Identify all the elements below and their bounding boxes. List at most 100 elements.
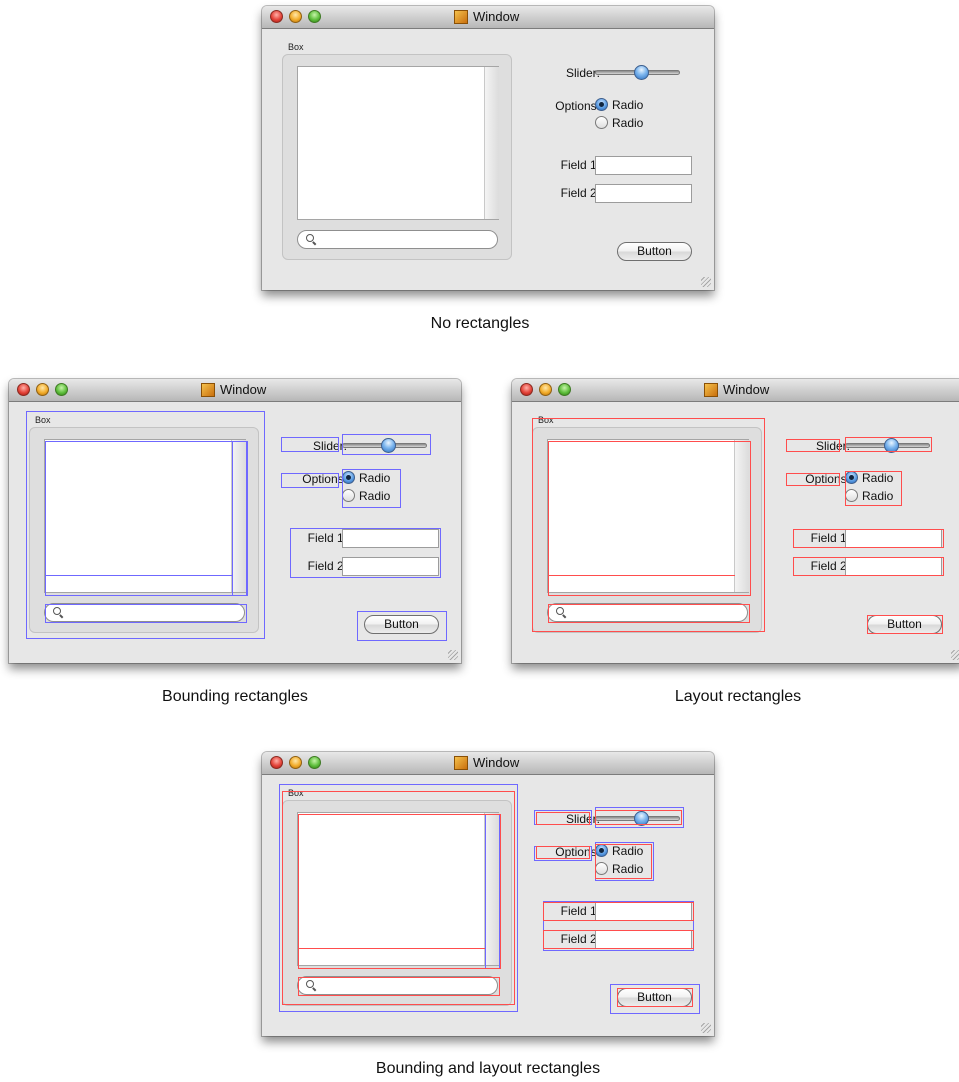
window-panel-layout-rectangles: Window Box Slider: Options: Radio Radio … (512, 379, 959, 671)
resize-grip[interactable] (448, 650, 458, 660)
vertical-scrollbar[interactable] (484, 67, 499, 219)
close-button[interactable] (17, 383, 30, 396)
field-2-label: Field 2: (307, 559, 347, 573)
window-title: Window (473, 9, 520, 24)
resize-grip[interactable] (951, 650, 959, 660)
list-area[interactable] (297, 66, 499, 220)
field-2-label: Field 2: (560, 932, 600, 946)
options-label: Options: (805, 472, 850, 486)
list-area[interactable] (297, 812, 499, 966)
title-bar[interactable]: Window (262, 6, 714, 29)
push-button[interactable]: Button (867, 615, 942, 634)
radio-button-2[interactable] (845, 489, 858, 502)
minimize-button[interactable] (36, 383, 49, 396)
radio-button-2[interactable] (595, 116, 608, 129)
zoom-button[interactable] (558, 383, 571, 396)
close-button[interactable] (270, 10, 283, 23)
window-title: Window (220, 382, 267, 397)
field-1-label: Field 1: (307, 531, 347, 545)
radio-label-2: Radio (359, 489, 391, 503)
resize-grip[interactable] (701, 1023, 711, 1033)
search-field[interactable] (44, 603, 245, 622)
list-area[interactable] (547, 439, 749, 593)
box-label: Box (288, 42, 304, 52)
push-button[interactable]: Button (617, 988, 692, 1007)
title-bar[interactable]: Window (9, 379, 461, 402)
title-bar[interactable]: Window (512, 379, 959, 402)
search-icon (556, 607, 564, 615)
field-1-label: Field 1: (810, 531, 850, 545)
app-window: Window Box Slider: Options: Radio Radio … (262, 6, 714, 290)
vertical-scrollbar[interactable] (734, 440, 749, 592)
zoom-button[interactable] (55, 383, 68, 396)
box-label: Box (288, 788, 304, 798)
field-1-input[interactable] (845, 529, 942, 548)
caption-no-rectangles: No rectangles (430, 315, 530, 332)
field-2-label: Field 2: (810, 559, 850, 573)
app-window: Window Box Slider: Options: Radio Radio … (9, 379, 461, 663)
slider-knob[interactable] (883, 438, 899, 453)
caption-bounding-rectangles: Bounding rectangles (162, 688, 308, 705)
window-title: Window (723, 382, 770, 397)
radio-button-1[interactable] (595, 844, 608, 857)
app-window: Window Box Slider: Options: Radio Radio … (262, 752, 714, 1036)
push-button[interactable]: Button (617, 242, 692, 261)
field-2-input[interactable] (845, 557, 942, 576)
caption-bounding-and-layout-rectangles: Bounding and layout rectangles (375, 1060, 601, 1077)
minimize-button[interactable] (289, 756, 302, 769)
search-field[interactable] (547, 603, 748, 622)
window-icon (454, 10, 468, 24)
radio-label-2: Radio (862, 489, 894, 503)
close-button[interactable] (270, 756, 283, 769)
box-label: Box (35, 415, 51, 425)
search-field[interactable] (297, 976, 498, 995)
push-button[interactable]: Button (364, 615, 439, 634)
slider-knob[interactable] (380, 438, 396, 453)
minimize-button[interactable] (539, 383, 552, 396)
window-panel-bounding-and-layout-rectangles: Window Box Slider: Options: Radio Radio … (262, 752, 714, 1044)
search-icon (306, 234, 314, 242)
close-button[interactable] (520, 383, 533, 396)
radio-label-2: Radio (612, 116, 644, 130)
slider-knob[interactable] (633, 811, 649, 826)
vertical-scrollbar[interactable] (484, 813, 499, 965)
caption-layout-rectangles: Layout rectangles (674, 688, 802, 705)
resize-grip[interactable] (701, 277, 711, 287)
window-icon (201, 383, 215, 397)
window-icon (704, 383, 718, 397)
radio-label-2: Radio (612, 862, 644, 876)
radio-label-1: Radio (612, 844, 644, 858)
slider-label: Slider: (565, 812, 600, 826)
slider-label: Slider: (565, 66, 600, 80)
window-panel-bounding-rectangles: Window Box Slider: Options: Radio Radio … (9, 379, 461, 671)
radio-button-1[interactable] (595, 98, 608, 111)
window-title: Window (473, 755, 520, 770)
zoom-button[interactable] (308, 756, 321, 769)
field-1-input[interactable] (595, 156, 692, 175)
zoom-button[interactable] (308, 10, 321, 23)
minimize-button[interactable] (289, 10, 302, 23)
radio-label-1: Radio (862, 471, 894, 485)
radio-button-1[interactable] (342, 471, 355, 484)
radio-button-2[interactable] (595, 862, 608, 875)
list-area[interactable] (44, 439, 246, 593)
options-label: Options: (555, 99, 600, 113)
field-1-input[interactable] (595, 902, 692, 921)
title-bar[interactable]: Window (262, 752, 714, 775)
radio-button-2[interactable] (342, 489, 355, 502)
search-field[interactable] (297, 230, 498, 249)
slider-label: Slider: (815, 439, 850, 453)
window-panel-no-rectangles: Window Box Slider: Options: Radio Radio … (262, 6, 714, 298)
vertical-scrollbar[interactable] (231, 440, 246, 592)
radio-button-1[interactable] (845, 471, 858, 484)
field-2-input[interactable] (342, 557, 439, 576)
field-2-label: Field 2: (560, 186, 600, 200)
field-1-label: Field 1: (560, 904, 600, 918)
field-1-input[interactable] (342, 529, 439, 548)
field-2-input[interactable] (595, 184, 692, 203)
radio-label-1: Radio (359, 471, 391, 485)
field-2-input[interactable] (595, 930, 692, 949)
slider-knob[interactable] (633, 65, 649, 80)
slider-label: Slider: (312, 439, 347, 453)
options-label: Options: (555, 845, 600, 859)
